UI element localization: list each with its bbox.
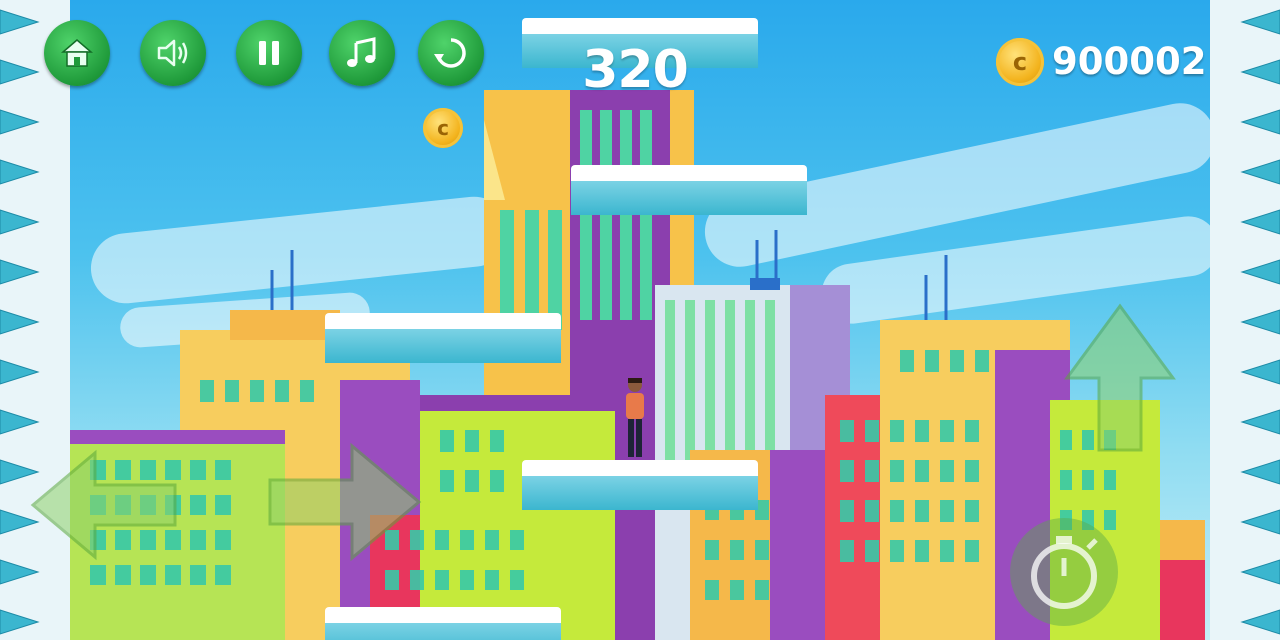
right-spike-wall: [1210, 0, 1280, 640]
pause-icon: [259, 41, 279, 65]
ice-platform: [325, 313, 561, 363]
restart-button[interactable]: [418, 20, 484, 86]
player-character: [626, 378, 644, 457]
music-button[interactable]: [329, 20, 395, 86]
ice-platform: [522, 460, 758, 510]
ice-platform: [325, 607, 561, 640]
right-arrow-icon[interactable]: [262, 440, 427, 565]
sound-button[interactable]: [140, 20, 206, 86]
music-note-icon: [347, 37, 376, 67]
game-scene: c 320 c 900002: [0, 0, 1280, 640]
coin-symbol: c: [1012, 48, 1028, 76]
coin-total: 900002: [1052, 40, 1207, 83]
up-arrow-icon[interactable]: [1063, 300, 1178, 455]
ice-platform: [571, 165, 807, 215]
coin-symbol: c: [437, 116, 449, 140]
score-display: 320: [582, 40, 689, 100]
speaker-icon: [157, 39, 188, 67]
home-button[interactable]: [44, 20, 110, 86]
restart-icon: [434, 38, 466, 68]
coin-icon: c: [996, 38, 1044, 86]
left-arrow-icon[interactable]: [25, 445, 185, 565]
stopwatch-icon: [1031, 536, 1098, 609]
timer-button[interactable]: [1010, 518, 1118, 626]
home-icon: [60, 39, 94, 67]
pause-button[interactable]: [236, 20, 302, 86]
collectible-coin: c: [423, 108, 463, 148]
